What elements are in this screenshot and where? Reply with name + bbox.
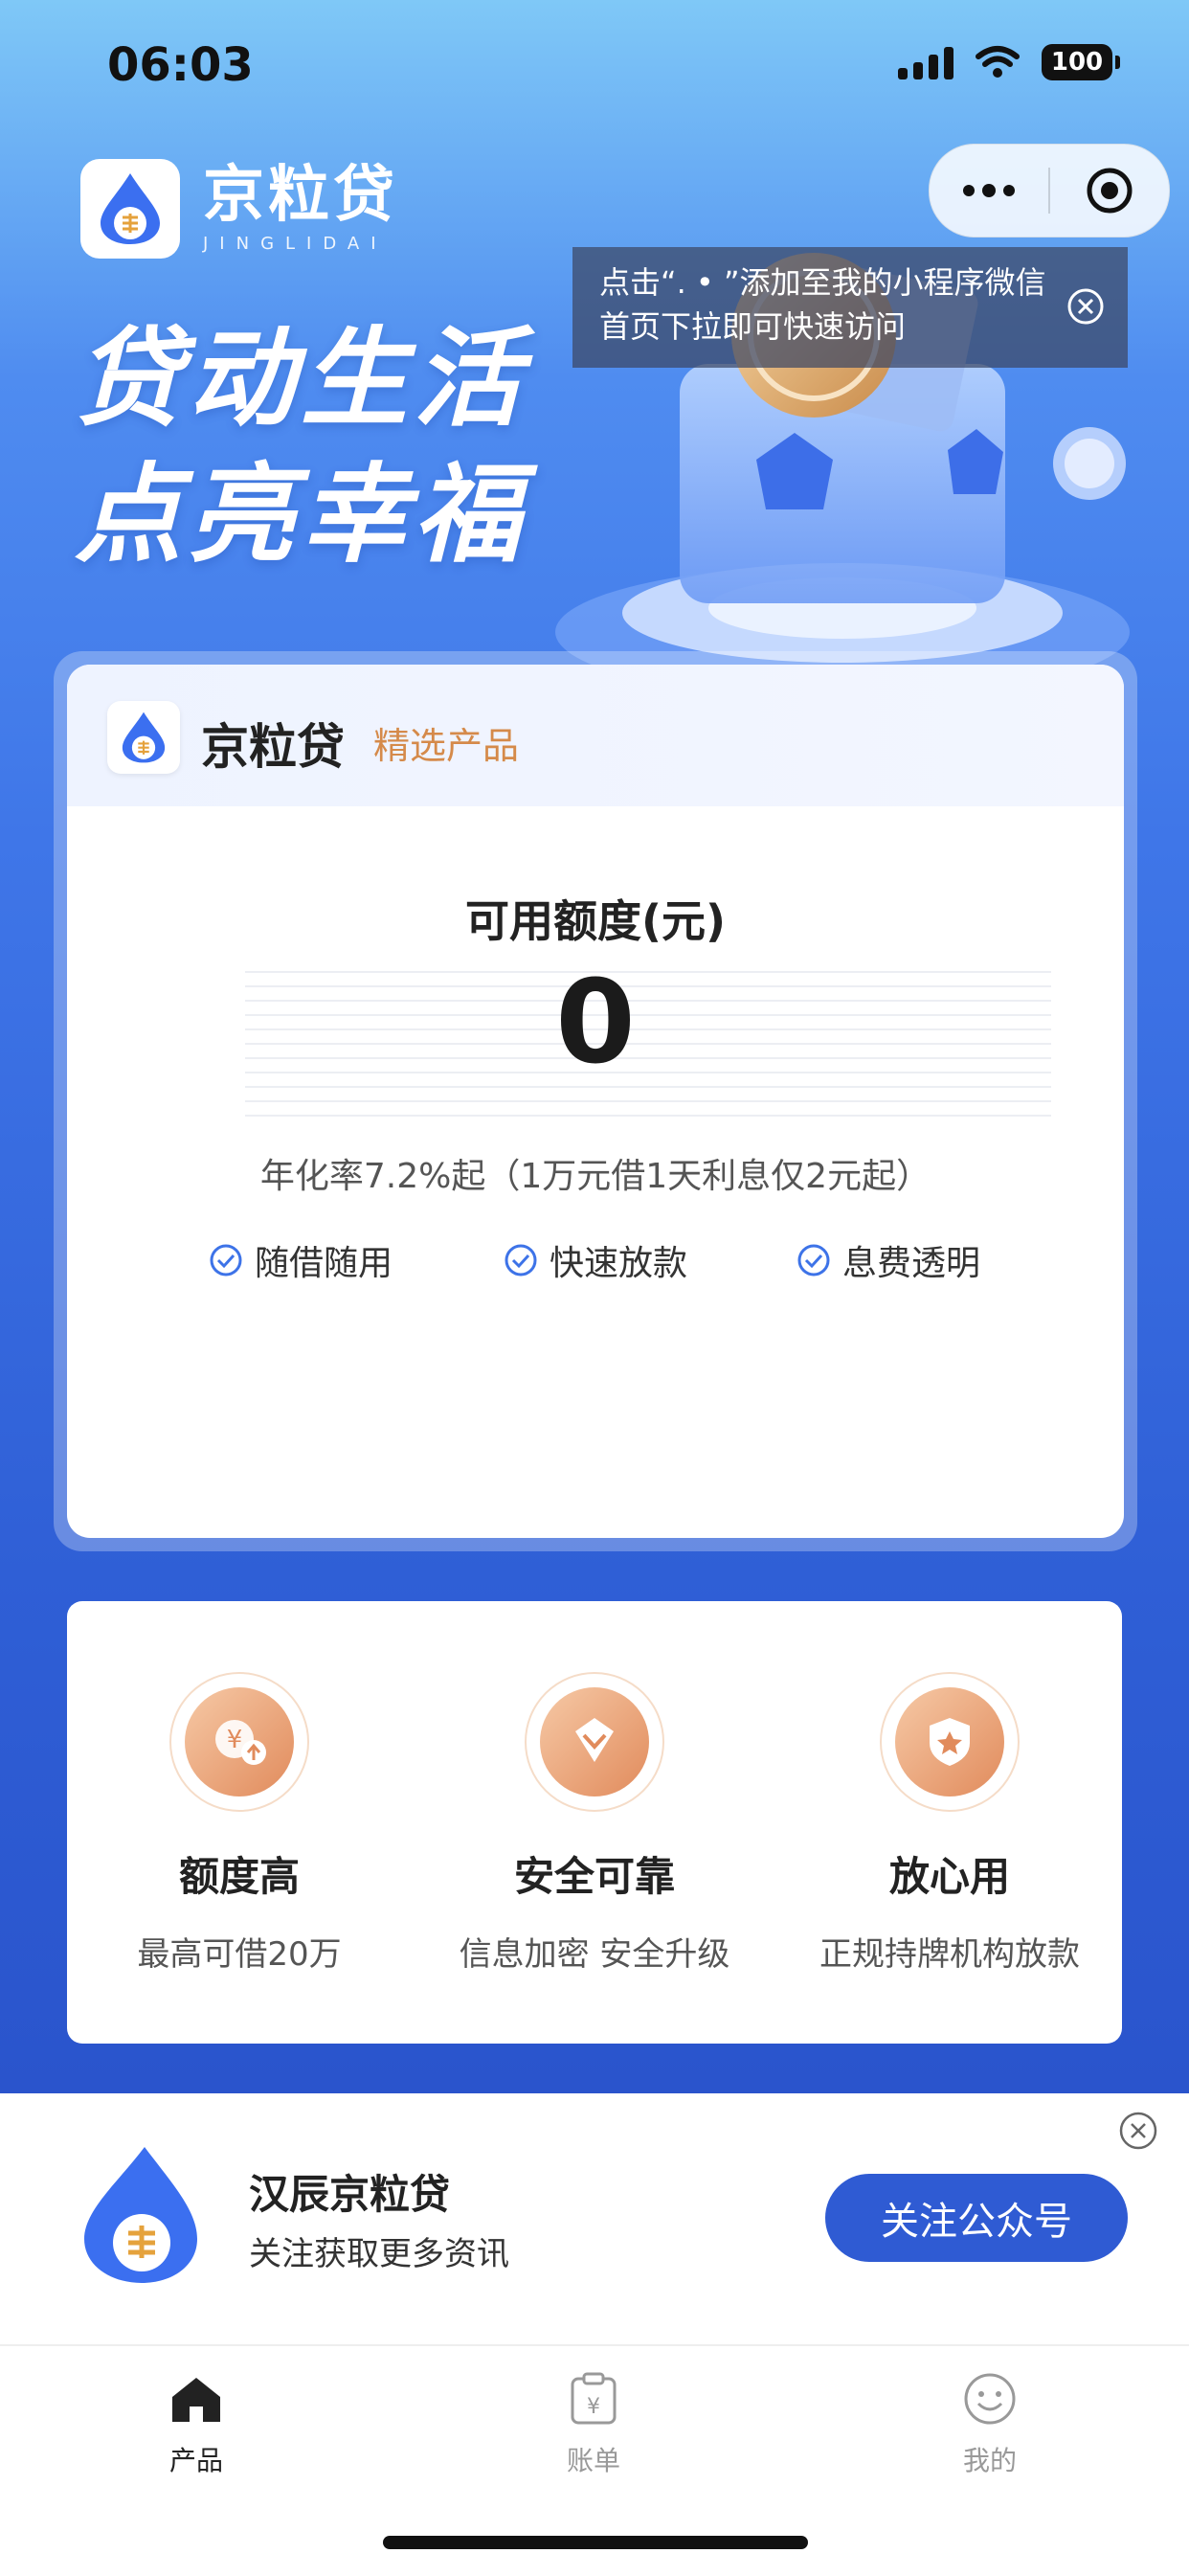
status-time: 06:03 [107, 38, 254, 92]
feature-item: 快速放款 [504, 1235, 687, 1285]
check-circle-icon [210, 1244, 242, 1277]
slogan-line-2: 点亮幸福 [75, 453, 527, 577]
tab-mine[interactable]: 我的 [894, 2365, 1086, 2478]
advantage-icon-ring [525, 1672, 664, 1812]
slogan: 贷动生活 点亮幸福 [75, 311, 527, 583]
feature-item: 息费透明 [796, 1235, 980, 1285]
brand-header: 京粒贷 JINGLIDAI [80, 159, 398, 259]
advantage-title: 安全可靠 [513, 1853, 675, 1900]
close-icon[interactable] [1118, 2111, 1158, 2151]
tab-label: 账单 [566, 2445, 620, 2476]
advantage-item: ¥ 额度高 最高可借20万 [67, 1672, 412, 1975]
home-icon [163, 2365, 230, 2432]
battery-icon: 100 [1042, 44, 1120, 80]
slogan-line-1: 贷动生活 [75, 317, 527, 441]
product-tag: 精选产品 [373, 725, 520, 767]
advantage-title: 放心用 [888, 1853, 1010, 1900]
advantage-icon-ring: ¥ [169, 1672, 309, 1812]
brand-logo [80, 159, 180, 259]
product-card: 京粒贷 精选产品 可用额度(元) 0 年化率7.2%起（1万元借1天利息仅2元起… [54, 651, 1137, 1551]
signal-icon [898, 45, 953, 79]
check-circle-icon [505, 1244, 537, 1277]
svg-text:¥: ¥ [587, 2395, 600, 2419]
yuan-up-icon: ¥ [185, 1687, 294, 1796]
product-card-body[interactable]: 京粒贷 精选产品 可用额度(元) 0 年化率7.2%起（1万元借1天利息仅2元起… [67, 665, 1124, 1538]
quota-label: 可用额度(元) [464, 895, 727, 947]
check-circle-icon [797, 1244, 830, 1277]
brand-name: 京粒贷 [203, 159, 398, 231]
product-logo [107, 701, 180, 774]
account-name: 汉辰京粒贷 [249, 2171, 451, 2218]
bill-icon: ¥ [560, 2365, 627, 2432]
advantage-item: 安全可靠 信息加密 安全升级 [422, 1672, 767, 1975]
diamond-icon [540, 1687, 649, 1796]
advantage-item: 放心用 正规持牌机构放款 [777, 1672, 1122, 1975]
product-card-header: 京粒贷 精选产品 [67, 665, 1124, 806]
quota-value: 0 [555, 957, 636, 1090]
interest-rate-text: 年化率7.2%起（1万元借1天利息仅2元起） [259, 1157, 931, 1196]
tab-label: 产品 [168, 2445, 223, 2476]
tab-bill[interactable]: ¥ 账单 [498, 2365, 689, 2478]
water-drop-logo-icon [84, 2147, 197, 2283]
advantage-title: 额度高 [178, 1853, 300, 1900]
water-drop-logo-icon [101, 173, 160, 244]
follow-banner: 汉辰京粒贷 关注获取更多资讯 关注公众号 [0, 2093, 1189, 2344]
brand-name-en: JINGLIDAI [203, 233, 388, 254]
smile-icon [956, 2365, 1023, 2432]
feature-label: 快速放款 [550, 1244, 688, 1283]
home-indicator [383, 2536, 808, 2549]
advantage-desc: 最高可借20万 [137, 1935, 342, 1974]
more-dots-icon[interactable] [930, 145, 1048, 237]
follow-account-button[interactable]: 关注公众号 [825, 2174, 1128, 2262]
feature-item: 随借随用 [209, 1235, 393, 1285]
mini-program-capsule [929, 144, 1170, 237]
advantages-panel: ¥ 额度高 最高可借20万 安全可靠 信息加密 安全升级 放心用 正规持牌机构放… [67, 1601, 1122, 2044]
product-name: 京粒贷 [201, 719, 345, 775]
feature-label: 随借随用 [255, 1244, 393, 1283]
target-close-icon[interactable] [1050, 145, 1169, 237]
brand-text: 京粒贷 JINGLIDAI [203, 165, 398, 254]
status-icons: 100 [898, 44, 1120, 80]
advantage-desc: 信息加密 安全升级 [459, 1935, 730, 1974]
status-bar: 06:03 100 [0, 0, 1189, 124]
star-shield-icon [895, 1687, 1004, 1796]
advantage-icon-ring [880, 1672, 1020, 1812]
tab-label: 我的 [962, 2445, 1017, 2476]
advantage-desc: 正规持牌机构放款 [819, 1935, 1080, 1974]
add-to-home-tooltip: 点击“. • ”添加至我的小程序微信首页下拉即可快速访问 [572, 247, 1128, 368]
feature-label: 息费透明 [842, 1244, 981, 1283]
tooltip-text: 点击“. • ”添加至我的小程序微信首页下拉即可快速访问 [599, 264, 1046, 345]
wifi-icon [976, 46, 1020, 78]
water-drop-logo-icon [122, 712, 166, 763]
close-icon[interactable] [1066, 287, 1105, 326]
svg-text:¥: ¥ [227, 1726, 243, 1754]
tab-product[interactable]: 产品 [101, 2365, 292, 2478]
account-subtitle: 关注获取更多资讯 [249, 2235, 509, 2273]
